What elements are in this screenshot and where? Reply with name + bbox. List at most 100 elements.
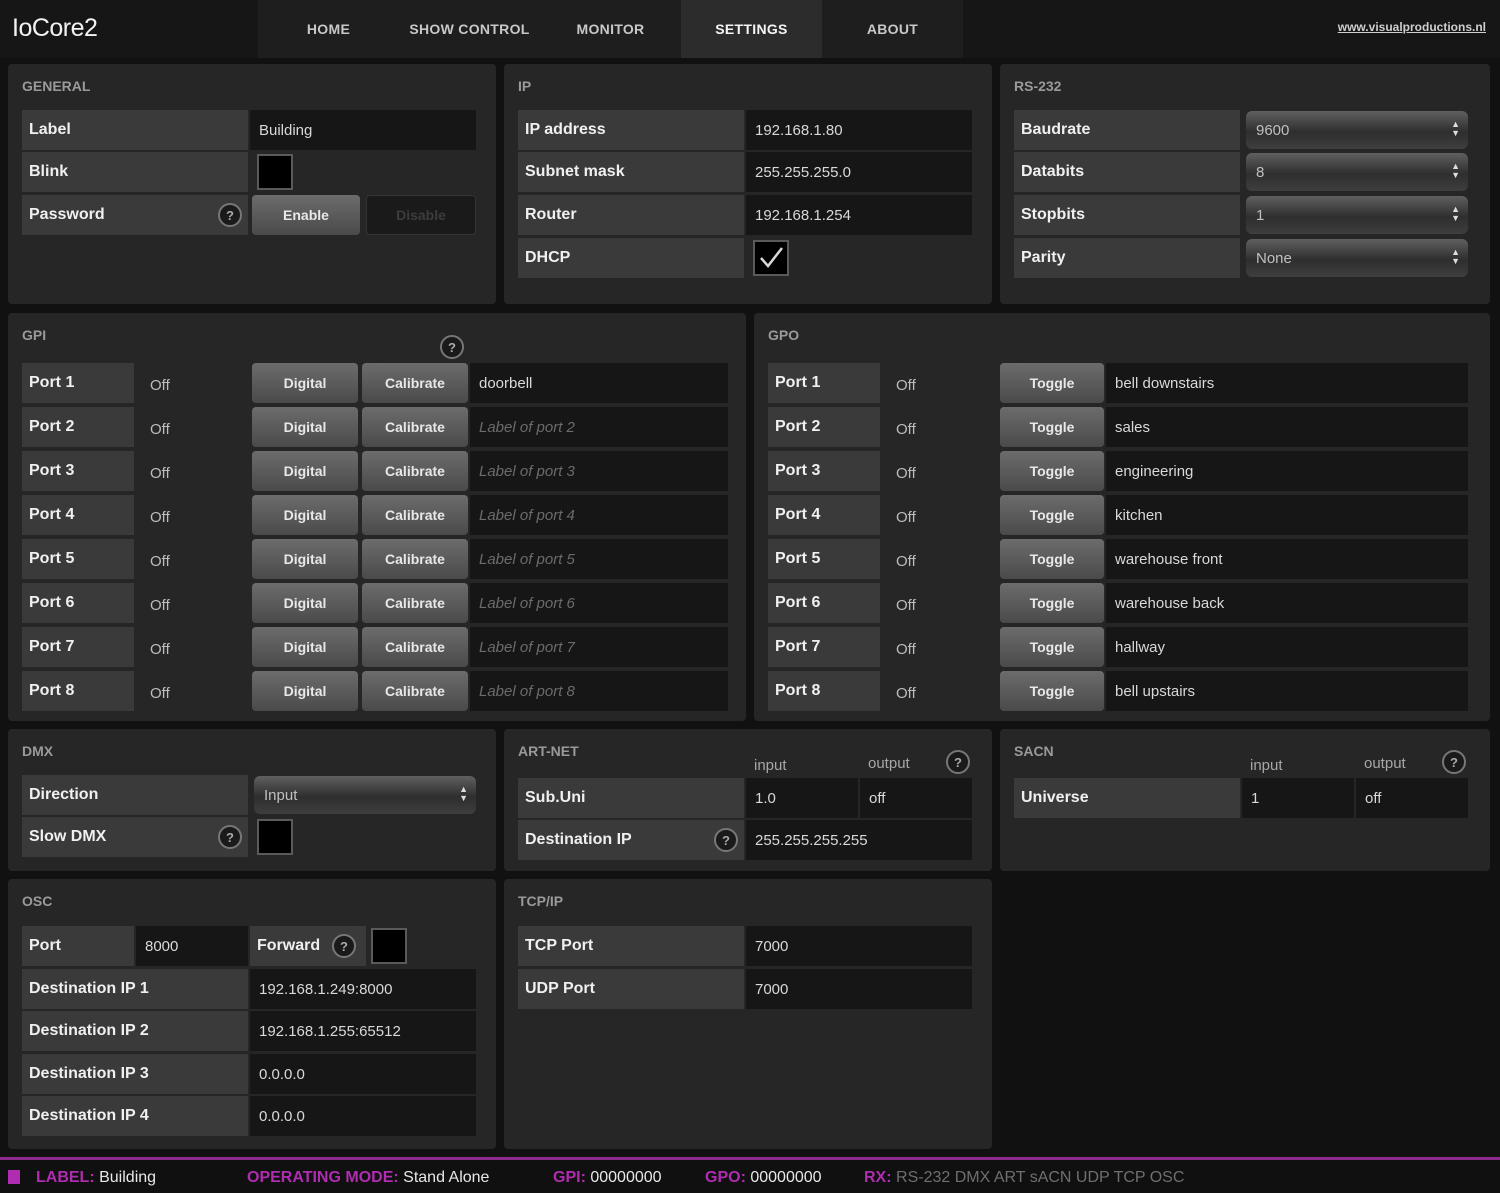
password-label: Password [22,195,248,235]
gpi-calibrate-button[interactable]: Calibrate [362,451,468,491]
gpo-port-label-input[interactable]: sales [1106,407,1468,447]
help-icon[interactable]: ? [1442,750,1466,774]
disable-password-button[interactable]: Disable [366,195,476,235]
subnet-mask-input[interactable]: 255.255.255.0 [746,152,972,192]
dhcp-label: DHCP [518,238,744,278]
dhcp-checkbox[interactable] [753,240,789,276]
databits-select[interactable]: 8 ▲ ▼ [1246,153,1468,191]
help-icon[interactable]: ? [332,934,356,958]
gpi-calibrate-button[interactable]: Calibrate [362,363,468,403]
ip-address-input[interactable]: 192.168.1.80 [746,110,972,150]
gpi-port-label-input[interactable]: Label of port 2 [470,407,728,447]
help-icon[interactable]: ? [946,750,970,774]
gpo-port-label-input[interactable]: bell downstairs [1106,363,1468,403]
gpo-toggle-button[interactable]: Toggle [1000,363,1104,403]
gpo-toggle-button[interactable]: Toggle [1000,583,1104,623]
gpi-port-label-input[interactable]: Label of port 6 [470,583,728,623]
label-field-label: Label [22,110,248,150]
gpi-calibrate-button[interactable]: Calibrate [362,671,468,711]
gpo-port-label-input[interactable]: engineering [1106,451,1468,491]
universe-input[interactable]: 1 [1242,778,1354,818]
direction-select[interactable]: Input ▲ ▼ [254,776,476,814]
gpi-port-label-input[interactable]: Label of port 3 [470,451,728,491]
gpo-port-name: Port 4 [768,495,880,535]
stopbits-label: Stopbits [1014,195,1240,235]
panel-title: ART-NET [518,743,579,759]
gpo-port-state: Off [896,597,916,614]
destination-ip-1-input[interactable]: 192.168.1.249:8000 [250,969,476,1009]
gpi-digital-button[interactable]: Digital [252,363,358,403]
gpo-toggle-button[interactable]: Toggle [1000,407,1104,447]
gpo-port-label-input[interactable]: kitchen [1106,495,1468,535]
udp-port-input[interactable]: 7000 [746,969,972,1009]
gpi-calibrate-button[interactable]: Calibrate [362,627,468,667]
subuni-input[interactable]: 1.0 [746,778,858,818]
direction-value: Input [264,786,298,804]
gpi-calibrate-button[interactable]: Calibrate [362,407,468,447]
gpi-port-label-input[interactable]: Label of port 4 [470,495,728,535]
select-arrows-icon: ▲ ▼ [1451,119,1460,138]
website-link[interactable]: www.visualproductions.nl [1338,20,1486,34]
artnet-panel: ART-NET input output ? Sub.Uni 1.0 off D… [504,729,992,871]
baudrate-label: Baudrate [1014,110,1240,150]
stopbits-select[interactable]: 1 ▲ ▼ [1246,196,1468,234]
gpo-port-label-input[interactable]: warehouse front [1106,539,1468,579]
gpo-port-name: Port 5 [768,539,880,579]
tcp-port-input[interactable]: 7000 [746,926,972,966]
nav-tab-about[interactable]: ABOUT [822,0,963,58]
gpo-port-state: Off [896,509,916,526]
gpo-toggle-button[interactable]: Toggle [1000,451,1104,491]
destination-ip-2-label: Destination IP 2 [22,1011,248,1051]
gpo-toggle-button[interactable]: Toggle [1000,627,1104,667]
help-icon[interactable]: ? [218,825,242,849]
nav-tab-settings[interactable]: SETTINGS [681,0,822,58]
gpi-digital-button[interactable]: Digital [252,583,358,623]
enable-password-button[interactable]: Enable [252,195,360,235]
gpi-calibrate-button[interactable]: Calibrate [362,583,468,623]
gpo-port-label-input[interactable]: warehouse back [1106,583,1468,623]
forward-checkbox[interactable] [371,928,407,964]
nav-tab-home[interactable]: HOME [258,0,399,58]
parity-select[interactable]: None ▲ ▼ [1246,239,1468,277]
help-icon[interactable]: ? [714,828,738,852]
gpi-port-label-input[interactable]: Label of port 5 [470,539,728,579]
ip-panel: IP IP address 192.168.1.80 Subnet mask 2… [504,64,992,304]
destination-ip-3-input[interactable]: 0.0.0.0 [250,1054,476,1094]
slow-dmx-checkbox[interactable] [257,819,293,855]
nav-tab-monitor[interactable]: MONITOR [540,0,681,58]
destination-ip-2-input[interactable]: 192.168.1.255:65512 [250,1011,476,1051]
gpi-port-state: Off [150,553,170,570]
help-icon[interactable]: ? [218,203,242,227]
gpi-digital-button[interactable]: Digital [252,539,358,579]
gpi-calibrate-button[interactable]: Calibrate [362,539,468,579]
gpo-port-label-input[interactable]: bell upstairs [1106,671,1468,711]
gpo-toggle-button[interactable]: Toggle [1000,539,1104,579]
gpi-port-label-input[interactable]: Label of port 7 [470,627,728,667]
label-input[interactable]: Building [250,110,476,150]
subuni-output[interactable]: off [860,778,972,818]
gpi-digital-button[interactable]: Digital [252,451,358,491]
gpi-digital-button[interactable]: Digital [252,627,358,667]
universe-output[interactable]: off [1356,778,1468,818]
destination-ip-input[interactable]: 255.255.255.255 [746,820,972,860]
nav-tab-show-control[interactable]: SHOW CONTROL [399,0,540,58]
router-input[interactable]: 192.168.1.254 [746,195,972,235]
stopbits-value: 1 [1256,206,1265,224]
blink-checkbox[interactable] [257,154,293,190]
gpi-digital-button[interactable]: Digital [252,407,358,447]
gpo-toggle-button[interactable]: Toggle [1000,495,1104,535]
gpi-port-label-input[interactable]: Label of port 8 [470,671,728,711]
help-icon[interactable]: ? [440,335,464,359]
gpi-digital-button[interactable]: Digital [252,671,358,711]
destination-ip-4-input[interactable]: 0.0.0.0 [250,1096,476,1136]
baudrate-select[interactable]: 9600 ▲ ▼ [1246,111,1468,149]
gpi-port-label-input[interactable]: doorbell [470,363,728,403]
osc-port-input[interactable]: 8000 [136,926,248,966]
gpi-digital-button[interactable]: Digital [252,495,358,535]
gpo-port-label-input[interactable]: hallway [1106,627,1468,667]
panel-title: GENERAL [22,78,91,94]
blink-label: Blink [22,152,248,192]
gpi-calibrate-button[interactable]: Calibrate [362,495,468,535]
gpo-toggle-button[interactable]: Toggle [1000,671,1104,711]
direction-label: Direction [22,775,248,815]
